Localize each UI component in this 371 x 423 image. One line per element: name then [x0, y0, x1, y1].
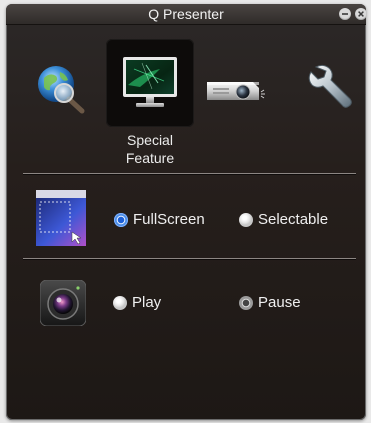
monitor-icon — [123, 57, 177, 107]
fullscreen-radio[interactable]: FullScreen — [114, 211, 205, 228]
window-title: Q Presenter — [148, 6, 224, 22]
tab-settings[interactable] — [306, 61, 358, 113]
play-radio[interactable]: Play — [113, 294, 161, 311]
play-label: Play — [132, 294, 162, 311]
radio-unselected-indicator — [113, 295, 127, 310]
q-presenter-window: Q Presenter Special Feature FullScreen S… — [6, 4, 366, 420]
tab-special-feature-label: Special Feature — [125, 132, 175, 166]
selectable-label: Selectable — [258, 211, 329, 228]
fullscreen-label: FullScreen — [133, 211, 205, 228]
tab-projector[interactable] — [201, 70, 271, 106]
section-divider — [23, 173, 356, 174]
pause-radio[interactable]: Pause — [239, 294, 301, 311]
minimize-button[interactable] — [339, 8, 351, 20]
pause-label: Pause — [258, 294, 301, 311]
wrench-icon — [308, 64, 352, 108]
close-icon — [358, 11, 364, 17]
selectable-radio[interactable]: Selectable — [239, 211, 328, 228]
globe-search-icon — [38, 66, 85, 114]
title-bar[interactable]: Q Presenter — [6, 4, 366, 25]
radio-selected-indicator — [114, 212, 128, 227]
radio-unselected-indicator — [239, 212, 253, 227]
radio-selected-indicator — [239, 295, 253, 310]
close-button[interactable] — [355, 8, 366, 20]
display-area-icon — [36, 190, 86, 246]
camera-icon — [39, 279, 87, 327]
minimize-icon — [342, 13, 348, 15]
tab-special-feature[interactable] — [106, 39, 194, 127]
projector-icon — [207, 82, 265, 100]
tab-network[interactable] — [34, 62, 88, 114]
section-divider — [23, 258, 356, 259]
